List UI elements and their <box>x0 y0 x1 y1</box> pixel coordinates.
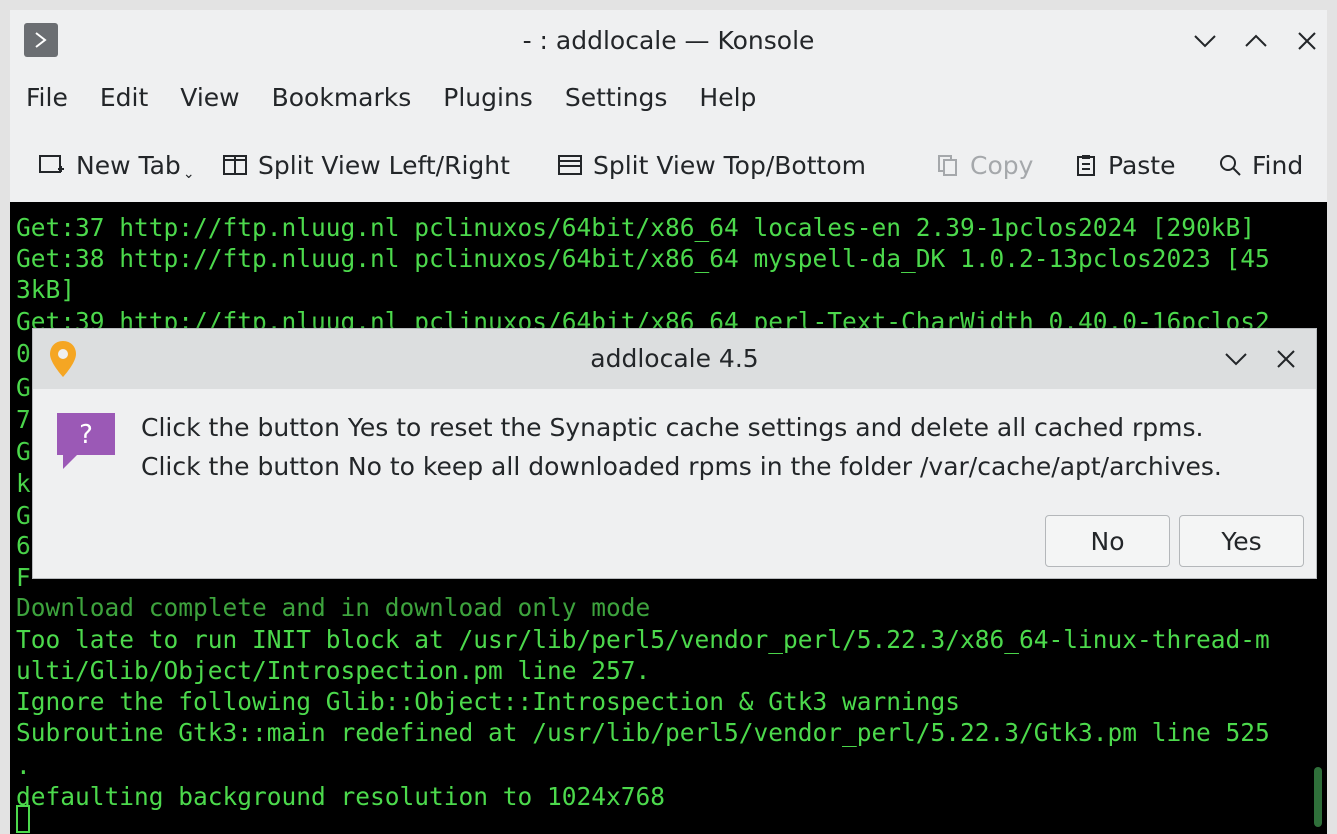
new-tab-icon <box>39 155 64 173</box>
terminal-line: . <box>16 751 31 780</box>
chevron-down-icon <box>1194 35 1216 48</box>
svg-text:?: ? <box>79 420 93 450</box>
copy-icon <box>938 155 957 176</box>
chevron-up-icon <box>1245 34 1267 47</box>
split-top-bottom-button[interactable]: Split View Top/Bottom <box>557 142 866 188</box>
menu-plugins[interactable]: Plugins <box>427 78 549 122</box>
terminal-line: 3kB] <box>16 275 76 304</box>
new-tab-label: New Tab <box>76 150 181 180</box>
split-top-bottom-label: Split View Top/Bottom <box>593 150 866 180</box>
menu-file[interactable]: File <box>10 78 84 122</box>
find-label: Find <box>1252 150 1304 180</box>
menu-view[interactable]: View <box>164 78 255 122</box>
search-icon <box>1220 155 1241 176</box>
close-icon <box>1277 350 1295 368</box>
copy-label: Copy <box>970 150 1034 180</box>
terminal-line: G <box>16 373 31 402</box>
dialog-message-line-1: Click the button Yes to reset the Synapt… <box>141 413 1204 442</box>
terminal-line: 7 <box>16 405 31 434</box>
terminal-line: defaulting background resolution to 1024… <box>16 782 666 811</box>
menu-bookmarks[interactable]: Bookmarks <box>256 78 428 122</box>
find-button[interactable]: Find <box>1218 142 1303 188</box>
terminal-cursor <box>16 805 30 833</box>
menu-help[interactable]: Help <box>683 78 772 122</box>
terminal-line: ulti/Glib/Object/Introspection.pm line 2… <box>16 656 651 685</box>
minimize-button[interactable] <box>1188 24 1222 58</box>
dialog-title: addlocale 4.5 <box>590 344 759 373</box>
split-left-right-button[interactable]: Split View Left/Right <box>222 142 510 188</box>
close-icon <box>1298 32 1316 50</box>
maximize-button[interactable] <box>1239 24 1273 58</box>
paste-label: Paste <box>1108 150 1176 180</box>
menu-settings[interactable]: Settings <box>549 78 684 122</box>
title-bar[interactable]: - : addlocale — Konsole <box>10 10 1327 72</box>
chevron-down-icon: ⌄ <box>182 166 195 182</box>
terminal-line: G <box>16 437 31 466</box>
split-vertical-icon <box>223 155 247 175</box>
chevron-down-icon <box>1225 353 1247 366</box>
terminal-line: Download complete and in download only m… <box>16 593 651 622</box>
dialog-minimize-button[interactable] <box>1220 343 1252 375</box>
new-tab-button[interactable]: New Tab ⌄ <box>38 142 195 188</box>
scrollbar-handle[interactable] <box>1314 767 1322 827</box>
terminal-line: 0 <box>16 339 31 368</box>
terminal-line: k <box>16 469 31 498</box>
terminal-line: F <box>16 563 31 592</box>
window-title: - : addlocale — Konsole <box>522 26 815 55</box>
terminal-line: Subroutine Gtk3::main redefined at /usr/… <box>16 718 1270 747</box>
menu-bar: File Edit View Bookmarks Plugins Setting… <box>10 78 772 122</box>
terminal-line: Get:38 http://ftp.nluug.nl pclinuxos/64b… <box>16 244 1270 273</box>
yes-button[interactable]: Yes <box>1179 515 1304 567</box>
copy-button[interactable]: Copy <box>936 142 1033 188</box>
terminal-line: 6 <box>16 531 31 560</box>
split-horizontal-icon <box>558 155 582 175</box>
addlocale-dialog: addlocale 4.5 ? Click the button Yes to … <box>32 328 1317 579</box>
close-button[interactable] <box>1290 24 1324 58</box>
dialog-title-bar[interactable]: addlocale 4.5 <box>33 329 1316 389</box>
terminal-line: Ignore the following Glib::Object::Intro… <box>16 687 961 716</box>
no-button[interactable]: No <box>1045 515 1170 567</box>
question-bubble-icon: ? <box>57 413 115 469</box>
paste-button[interactable]: Paste <box>1074 142 1175 188</box>
terminal-line: Get:37 http://ftp.nluug.nl pclinuxos/64b… <box>16 213 1256 242</box>
menu-edit[interactable]: Edit <box>84 78 164 122</box>
terminal-line: Too late to run INIT block at /usr/lib/p… <box>16 625 1270 654</box>
dialog-close-button[interactable] <box>1270 343 1302 375</box>
terminal-line: G <box>16 501 31 530</box>
toolbar: New Tab ⌄ Split View Left/Right Split Vi… <box>10 142 1327 188</box>
dialog-message-line-2: Click the button No to keep all download… <box>141 452 1222 481</box>
paste-icon <box>1077 155 1095 176</box>
split-left-right-label: Split View Left/Right <box>258 150 510 180</box>
